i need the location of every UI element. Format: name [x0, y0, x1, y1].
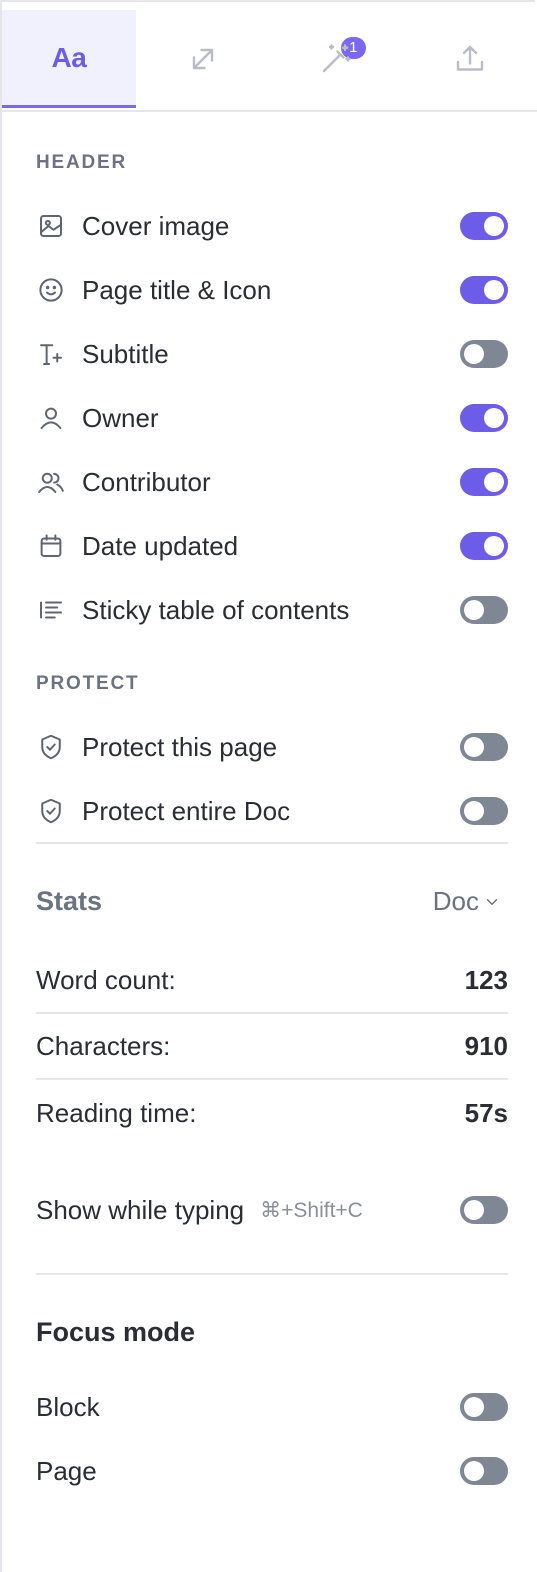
header-item-contributor: Contributor: [36, 462, 508, 502]
header-item-cover-image: Cover image: [36, 206, 508, 246]
word-count-label: Word count:: [36, 964, 176, 995]
divider: [36, 1012, 508, 1014]
header-item-page-title: Page title & Icon: [36, 270, 508, 310]
magic-wand-icon: [323, 44, 352, 73]
stat-row-reading-time: Reading time: 57s: [36, 1093, 508, 1133]
tab-ai[interactable]: [270, 10, 404, 108]
word-count-value: 123: [464, 964, 508, 995]
date-updated-label: Date updated: [82, 530, 239, 561]
owner-toggle[interactable]: [460, 404, 508, 432]
tab-bar: Aa 1: [2, 10, 537, 112]
smiley-icon: [36, 274, 68, 306]
upload-icon: [456, 45, 484, 71]
shield-check-icon: [36, 731, 68, 763]
protect-doc-toggle[interactable]: [460, 797, 508, 825]
show-while-typing-row: Show while typing ⌘+Shift+C: [36, 1190, 508, 1230]
protect-section-label: PROTECT: [36, 673, 140, 694]
stat-row-word-count: Word count: 123: [36, 960, 508, 1000]
stat-row-characters: Characters: 910: [36, 1026, 508, 1066]
protect-page-toggle[interactable]: [460, 733, 508, 761]
user-icon: [36, 402, 68, 434]
users-icon: [36, 466, 68, 498]
stats-title: Stats: [36, 886, 103, 916]
show-while-typing-toggle[interactable]: [460, 1196, 508, 1224]
focus-mode-title: Focus mode: [36, 1317, 196, 1347]
protect-item-doc: Protect entire Doc: [36, 791, 508, 831]
reading-time-label: Reading time:: [36, 1097, 197, 1128]
shield-check-icon: [36, 795, 68, 827]
protect-doc-label: Protect entire Doc: [82, 795, 291, 826]
chevron-down-icon: [486, 898, 498, 905]
text-plus-icon: [36, 338, 68, 370]
sticky-toc-toggle[interactable]: [460, 596, 508, 624]
keyboard-shortcut: ⌘+Shift+C: [260, 1198, 363, 1222]
header-item-date-updated: Date updated: [36, 526, 508, 566]
focus-block-label: Block: [36, 1391, 100, 1422]
arrows-diagonal-icon: [192, 48, 213, 70]
page-title-label: Page title & Icon: [82, 274, 272, 305]
subtitle-toggle[interactable]: [460, 340, 508, 368]
owner-label: Owner: [82, 402, 159, 433]
stats-scope-dropdown[interactable]: Doc: [433, 886, 501, 917]
image-icon: [36, 210, 68, 242]
header-item-owner: Owner: [36, 398, 508, 438]
divider: [36, 1273, 508, 1275]
reading-time-value: 57s: [464, 1097, 508, 1128]
show-while-typing-text: Show while typing ⌘+Shift+C: [36, 1195, 363, 1226]
list-icon: [36, 594, 68, 626]
tab-format[interactable]: Aa: [2, 10, 136, 108]
divider: [36, 842, 508, 844]
cover-image-toggle[interactable]: [460, 212, 508, 240]
focus-block-toggle[interactable]: [460, 1393, 508, 1421]
stats-scope-value: Doc: [432, 886, 479, 916]
show-while-typing-label: Show while typing: [36, 1194, 245, 1225]
contributor-label: Contributor: [82, 466, 211, 497]
focus-page-label: Page: [36, 1455, 97, 1486]
cover-image-label: Cover image: [82, 210, 230, 241]
header-section-label: HEADER: [36, 152, 128, 173]
focus-mode-page-row: Page: [36, 1451, 508, 1491]
protect-item-page: Protect this page: [36, 727, 508, 767]
subtitle-label: Subtitle: [82, 338, 169, 369]
tab-format-label: Aa: [51, 41, 87, 73]
doc-settings-panel: Aa 1 HEADER Cover image Page title & Ico…: [0, 0, 537, 1572]
focus-page-toggle[interactable]: [460, 1457, 508, 1485]
tab-export[interactable]: [403, 10, 537, 108]
header-item-subtitle: Subtitle: [36, 334, 508, 374]
characters-label: Characters:: [36, 1030, 171, 1061]
sticky-toc-label: Sticky table of contents: [82, 594, 350, 625]
focus-mode-block-row: Block: [36, 1387, 508, 1427]
protect-page-label: Protect this page: [82, 731, 278, 762]
characters-value: 910: [464, 1030, 508, 1061]
divider: [36, 1078, 508, 1080]
contributor-toggle[interactable]: [460, 468, 508, 496]
header-item-sticky-toc: Sticky table of contents: [36, 590, 508, 630]
calendar-icon: [36, 530, 68, 562]
page-title-toggle[interactable]: [460, 276, 508, 304]
tab-relationships[interactable]: 1: [136, 10, 366, 108]
date-updated-toggle[interactable]: [460, 532, 508, 560]
